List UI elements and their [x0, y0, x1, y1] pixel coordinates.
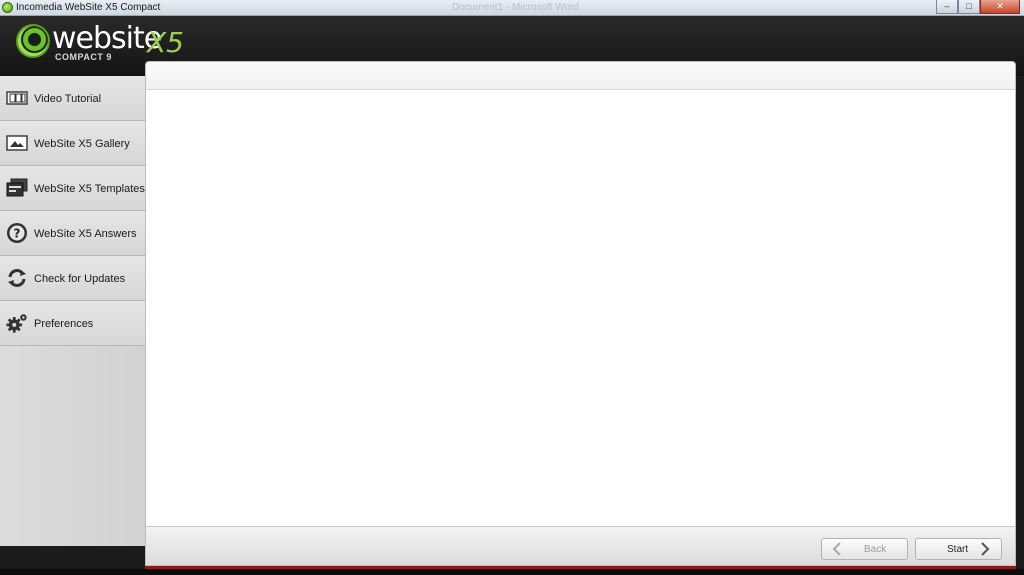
chevron-right-icon	[981, 542, 990, 556]
taskbar-strip	[0, 569, 1024, 575]
sidebar-item-templates[interactable]: WebSite X5 Templates	[0, 166, 145, 211]
back-button-label: Back	[864, 544, 887, 555]
window-controls: – □ ✕	[936, 0, 1020, 14]
logo-suffix: X5	[147, 26, 184, 59]
logo-swirl-icon	[16, 24, 50, 58]
gears-icon	[6, 312, 28, 334]
close-button[interactable]: ✕	[980, 0, 1020, 14]
sidebar-item-label: Preferences	[34, 318, 94, 330]
sidebar-item-label: WebSite X5 Templates	[34, 183, 145, 195]
logo-edition: COMPACT 9	[55, 52, 112, 62]
main-panel: Back Start	[145, 61, 1016, 566]
start-button[interactable]: Start	[915, 538, 1002, 560]
image-icon	[6, 132, 28, 154]
sidebar-item-label: Video Tutorial	[34, 93, 102, 105]
film-icon	[6, 87, 28, 109]
refresh-icon	[6, 267, 28, 289]
sidebar-item-gallery[interactable]: WebSite X5 Gallery	[0, 121, 145, 166]
templates-icon	[6, 177, 28, 199]
start-button-label: Start	[947, 544, 969, 555]
chevron-left-icon	[832, 542, 841, 556]
sidebar-item-label: WebSite X5 Answers	[34, 228, 137, 240]
sidebar-item-check-updates[interactable]: Check for Updates	[0, 256, 145, 301]
minimize-button[interactable]: –	[936, 0, 958, 14]
logo-word: website	[52, 21, 162, 56]
panel-header-strip	[146, 62, 1015, 90]
website-x5-logo: website X5 COMPACT 9	[16, 22, 186, 62]
app-icon	[2, 2, 13, 13]
maximize-button[interactable]: □	[958, 0, 980, 14]
wizard-footer: Back Start	[146, 526, 1015, 565]
svg-text:?: ?	[14, 227, 21, 241]
sidebar-item-answers[interactable]: ? WebSite X5 Answers	[0, 211, 145, 256]
question-icon: ?	[6, 222, 28, 244]
sidebar-item-label: WebSite X5 Gallery	[34, 138, 130, 150]
sidebar-item-video-tutorial[interactable]: Video Tutorial	[0, 76, 145, 121]
sidebar-item-preferences[interactable]: Preferences	[0, 301, 145, 346]
sidebar: Video Tutorial WebSite X5 Gallery WebSit…	[0, 76, 145, 546]
window-titlebar: Incomedia WebSite X5 Compact Document1 -…	[0, 0, 1024, 16]
back-button[interactable]: Back	[821, 538, 908, 560]
content-area	[146, 90, 1015, 528]
window-title: Incomedia WebSite X5 Compact	[16, 2, 161, 13]
background-window-title: Document1 - Microsoft Word	[452, 2, 580, 13]
sidebar-item-label: Check for Updates	[34, 273, 126, 285]
